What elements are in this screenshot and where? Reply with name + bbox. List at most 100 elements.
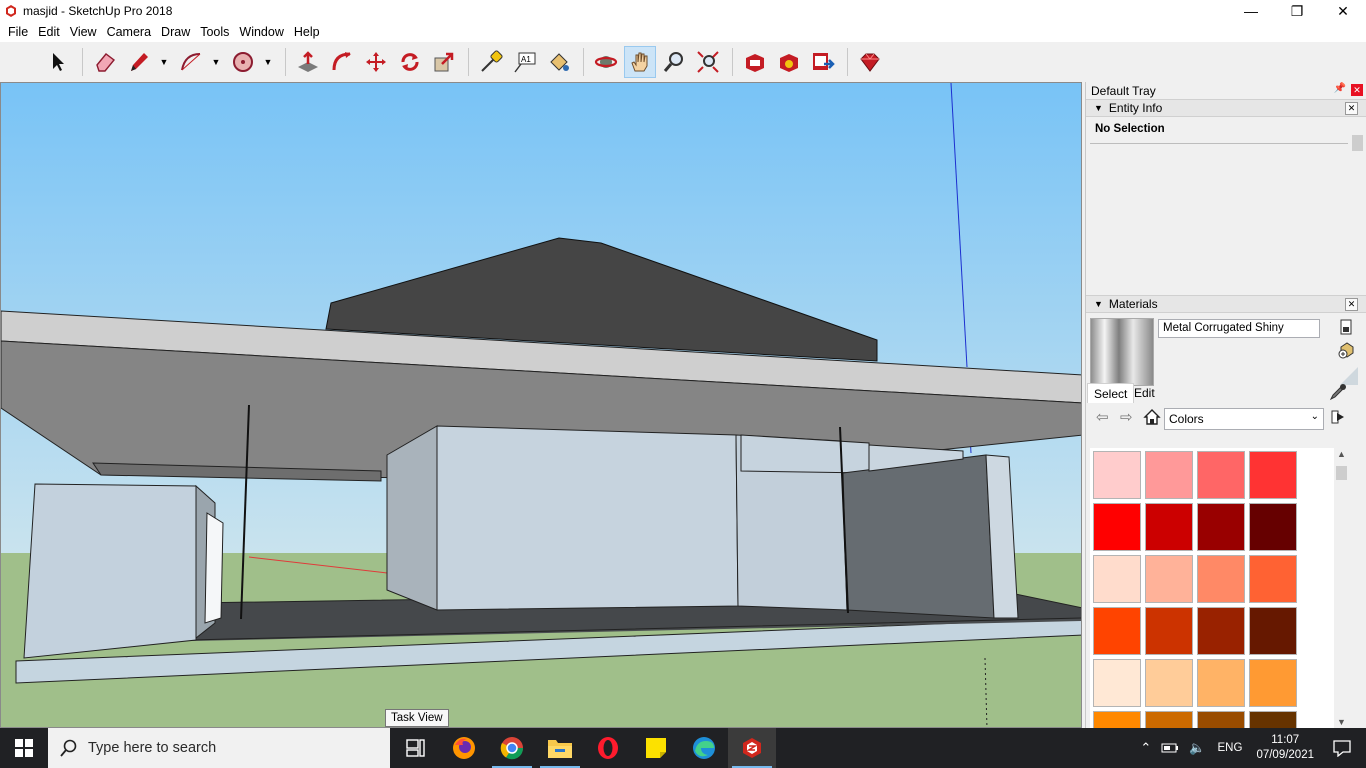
- material-swatch[interactable]: [1145, 555, 1193, 603]
- menu-tools[interactable]: Tools: [195, 25, 234, 39]
- pencil-tool-button[interactable]: [123, 46, 155, 78]
- menu-help[interactable]: Help: [289, 25, 325, 39]
- menu-draw[interactable]: Draw: [156, 25, 195, 39]
- sample-paint-icon[interactable]: [1329, 383, 1347, 401]
- language-indicator[interactable]: ENG: [1218, 742, 1243, 754]
- select-tool-button[interactable]: [42, 46, 74, 78]
- material-swatch[interactable]: [1249, 659, 1297, 707]
- taskbar-search[interactable]: Type here to search: [48, 728, 390, 768]
- menu-edit[interactable]: Edit: [33, 25, 65, 39]
- warehouse-button[interactable]: [739, 46, 771, 78]
- volume-icon[interactable]: 🔈: [1189, 740, 1205, 756]
- model-scene: [1, 83, 1081, 727]
- sketchup-taskbar-button[interactable]: [728, 728, 776, 768]
- material-swatch[interactable]: [1249, 503, 1297, 551]
- material-swatch[interactable]: [1197, 451, 1245, 499]
- menu-camera[interactable]: Camera: [102, 25, 156, 39]
- display-secondary-icon[interactable]: [1338, 319, 1354, 335]
- entity-info-scrollbar[interactable]: [1351, 119, 1364, 293]
- menu-view[interactable]: View: [65, 25, 102, 39]
- orbit-icon: [594, 56, 618, 68]
- opera-taskbar-button[interactable]: [584, 728, 632, 768]
- firefox-taskbar-button[interactable]: [440, 728, 488, 768]
- sticky-notes-taskbar-button[interactable]: [632, 728, 680, 768]
- menu-file[interactable]: File: [3, 25, 33, 39]
- text-tool-button[interactable]: A1: [509, 46, 541, 78]
- material-swatch[interactable]: [1093, 451, 1141, 499]
- show-hidden-icons-chevron-icon[interactable]: ⌃: [1140, 740, 1151, 756]
- pan-tool-button[interactable]: [624, 46, 656, 78]
- battery-icon[interactable]: [1161, 742, 1179, 754]
- material-swatch[interactable]: [1249, 711, 1297, 729]
- forward-arrow-icon[interactable]: ⇨: [1120, 408, 1133, 426]
- materials-close-button[interactable]: ✕: [1345, 298, 1358, 311]
- material-swatch[interactable]: [1145, 503, 1193, 551]
- line-tool-dropdown[interactable]: ▼: [157, 46, 171, 78]
- model-viewport[interactable]: [0, 82, 1082, 728]
- back-arrow-icon[interactable]: ⇦: [1096, 408, 1109, 426]
- menu-window[interactable]: Window: [234, 25, 288, 39]
- entity-info-panel: No Selection: [1086, 117, 1366, 295]
- tab-edit[interactable]: Edit: [1128, 383, 1161, 403]
- eraser-tool-button[interactable]: [89, 46, 121, 78]
- file-explorer-taskbar-button[interactable]: [536, 728, 584, 768]
- push-pull-tool-button[interactable]: [292, 46, 324, 78]
- material-swatch[interactable]: [1197, 659, 1245, 707]
- material-swatch[interactable]: [1145, 659, 1193, 707]
- task-view-button[interactable]: [392, 728, 440, 768]
- clock[interactable]: 11:07 07/09/2021: [1256, 733, 1314, 763]
- entity-info-header[interactable]: ▼ Entity Info ✕: [1086, 99, 1366, 117]
- material-swatch[interactable]: [1093, 555, 1141, 603]
- scale-icon: [434, 52, 454, 72]
- shape-tool-button[interactable]: [227, 46, 259, 78]
- maximize-button[interactable]: ❐: [1274, 0, 1320, 22]
- material-swatch[interactable]: [1197, 711, 1245, 729]
- move-tool-button[interactable]: [360, 46, 392, 78]
- extension-warehouse-button[interactable]: [773, 46, 805, 78]
- orbit-tool-button[interactable]: [590, 46, 622, 78]
- tape-measure-tool-button[interactable]: [475, 46, 507, 78]
- material-swatch[interactable]: [1197, 503, 1245, 551]
- notifications-icon[interactable]: [1332, 739, 1352, 757]
- collection-dropdown[interactable]: Colors ⌄: [1164, 408, 1324, 430]
- share-model-button[interactable]: [807, 46, 839, 78]
- material-swatch[interactable]: [1093, 711, 1141, 729]
- material-swatch[interactable]: [1145, 711, 1193, 729]
- material-swatch[interactable]: [1145, 607, 1193, 655]
- swatch-scrollbar[interactable]: ▲ ▼: [1334, 448, 1349, 728]
- chrome-taskbar-button[interactable]: [488, 728, 536, 768]
- follow-me-tool-button[interactable]: [326, 46, 358, 78]
- paint-bucket-tool-button[interactable]: [543, 46, 575, 78]
- material-name-field[interactable]: Metal Corrugated Shiny: [1158, 319, 1320, 338]
- pin-icon[interactable]: 📌: [1334, 83, 1346, 94]
- shape-tool-dropdown[interactable]: ▼: [261, 46, 275, 78]
- start-button[interactable]: [0, 728, 48, 768]
- rotate-tool-button[interactable]: [394, 46, 426, 78]
- material-swatch[interactable]: [1249, 555, 1297, 603]
- arc-tool-button[interactable]: [175, 46, 207, 78]
- edge-taskbar-button[interactable]: [680, 728, 728, 768]
- arc-tool-dropdown[interactable]: ▼: [209, 46, 223, 78]
- material-swatch[interactable]: [1093, 503, 1141, 551]
- material-swatch[interactable]: [1197, 555, 1245, 603]
- collapse-triangle-icon[interactable]: ▼: [1094, 103, 1103, 113]
- entity-info-close-button[interactable]: ✕: [1345, 102, 1358, 115]
- minimize-button[interactable]: —: [1228, 0, 1274, 22]
- materials-header[interactable]: ▼ Materials ✕: [1086, 295, 1366, 313]
- zoom-tool-button[interactable]: [658, 46, 690, 78]
- tray-close-button[interactable]: ✕: [1351, 84, 1363, 96]
- material-swatch[interactable]: [1249, 607, 1297, 655]
- home-icon[interactable]: [1143, 408, 1161, 426]
- close-button[interactable]: ✕: [1320, 0, 1366, 22]
- material-swatch[interactable]: [1093, 659, 1141, 707]
- material-swatch[interactable]: [1249, 451, 1297, 499]
- create-material-icon[interactable]: [1338, 341, 1356, 359]
- zoom-extents-tool-button[interactable]: [692, 46, 724, 78]
- collapse-triangle-icon[interactable]: ▼: [1094, 299, 1103, 309]
- ruby-console-button[interactable]: [854, 46, 886, 78]
- material-swatch[interactable]: [1145, 451, 1193, 499]
- material-swatch[interactable]: [1093, 607, 1141, 655]
- material-swatch[interactable]: [1197, 607, 1245, 655]
- details-arrow-icon[interactable]: [1331, 409, 1347, 425]
- scale-tool-button[interactable]: [428, 46, 460, 78]
